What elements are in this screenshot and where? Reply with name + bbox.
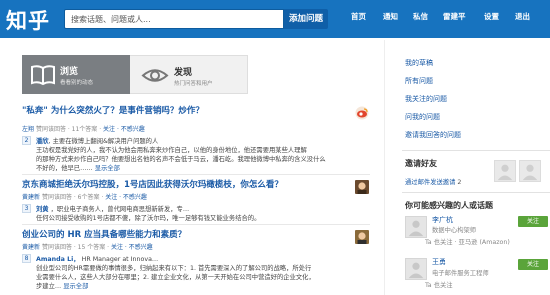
answer-line: 潘欣, 主要在微博上翻阅&解决用户问题的人 [36, 138, 159, 145]
answer-author[interactable]: Amanda Li， [36, 256, 80, 263]
suggestion-name[interactable]: 王勇 [432, 257, 446, 267]
vote-count[interactable]: 3 [22, 204, 31, 213]
item-author[interactable]: 黄建新 [22, 244, 40, 251]
suggest-heading: 你可能感兴趣的人或话题 [405, 201, 493, 210]
invite-heading: 邀请好友 [405, 159, 437, 168]
weibo-icon [355, 106, 369, 120]
nav-notifications[interactable]: 通知 [383, 11, 398, 22]
show-all-link[interactable]: 显示全部 [95, 165, 120, 172]
answer-line: 王功权是我党好的人，我不认为他会用私奔来炒作自己，以他的身份地位，他还需要用某些… [36, 147, 307, 154]
tile-browse[interactable]: 浏览 看看别的动态 [22, 55, 130, 94]
answer-line: 业需要什么人，这些人大部分在哪里；2. 建立企业文化，从第一天开始在公司中营造好… [36, 274, 315, 281]
nav-home[interactable]: 首页 [351, 11, 366, 22]
follow-button[interactable]: 关注 [518, 216, 548, 227]
item-meta: 黄建新 赞同该回答 · 15 个答案 · 关注 · 不感兴趣 [22, 242, 153, 251]
answer-author[interactable]: 潘欣 [36, 138, 49, 145]
nav-messages[interactable]: 私信 [413, 11, 428, 22]
vote-count[interactable]: 8 [22, 254, 31, 263]
search-placeholder: 搜索话题、问题或人... [71, 15, 151, 24]
question-title[interactable]: "私奔" 为什么突然火了？是事件营销吗？炒作？ [22, 104, 204, 116]
tile-browse-subtitle: 看看别的动态 [60, 80, 94, 86]
vote-count[interactable]: 2 [22, 136, 31, 145]
ghost-avatar [494, 160, 516, 182]
sidebar-link-invited-me[interactable]: 邀请我回答的问题 [405, 130, 461, 140]
suggestion-avatar[interactable] [405, 216, 427, 238]
nav-settings[interactable]: 设置 [484, 11, 499, 22]
item-meta-text: 赞同该回答 · 11个答案 · [35, 126, 104, 133]
sidebar-divider [402, 192, 550, 193]
question-title[interactable]: 创业公司的 HR 应当具备哪些能力和素质？ [22, 228, 186, 240]
tile-discover-title: 发现 [174, 68, 193, 78]
logo[interactable]: 知乎 [6, 5, 50, 35]
item-meta: 左翔 赞同该回答 · 11个答案 · 关注 · 不感兴趣 [22, 124, 145, 133]
ghost-avatar [519, 160, 541, 182]
person-icon [522, 164, 538, 181]
answer-line: 任何公司接受收购的1号店都不傻，除了沃尔玛，唯一足够有钱又能业务结合的。 [36, 215, 261, 222]
answer-line: 步建立… 显示全部 [36, 283, 89, 290]
tile-discover[interactable]: 发现 热门问答和用户 [130, 55, 248, 94]
answer-author[interactable]: 刘黄 [36, 206, 49, 213]
column-divider [384, 40, 385, 295]
divider [22, 224, 370, 225]
answer-line: 刘黄 ，职业电子商务人，曾代网电商思想新新发，专… [36, 206, 190, 213]
item-meta-text: 赞同该回答 · 6个答案 · [41, 194, 106, 201]
question-title[interactable]: 京东商城拒绝沃尔玛控股，1号店因此获得沃尔玛橄榄枝，你怎么看？ [22, 178, 283, 190]
eye-icon [141, 69, 169, 82]
avatar[interactable] [355, 180, 369, 194]
ask-question-button[interactable]: 添加问题 [284, 9, 328, 29]
top-bar: 知乎 搜索话题、问题或人... 添加问题 首页 通知 私信 雷建平 设置 退出 [0, 0, 550, 38]
invite-email-link[interactable]: 通过邮件发送邀请 [405, 179, 455, 186]
answer-line: 创业型公司的HR需要做的事情很多，归纳起来有以下：1. 首先需要深入的了解公司的… [36, 265, 312, 272]
sidebar-link-drafts[interactable]: 我的草稿 [405, 58, 433, 68]
follow-button[interactable]: 关注 [518, 259, 548, 270]
answer-line: 的那种方式来炒作自己吗？他要想出名他的名声不会低于马云，潘石屹。我理他微博中私奔… [36, 156, 326, 163]
item-actions[interactable]: 关注 · 不感兴趣 [111, 244, 153, 251]
suggestion-name[interactable]: 李广杭 [432, 215, 453, 225]
show-all-link[interactable]: 显示全部 [63, 283, 88, 290]
invite-by-email: 通过邮件发送邀请 2 [405, 177, 461, 186]
tile-discover-subtitle: 热门问答和用户 [174, 81, 213, 87]
suggestion-desc: 电子邮件服务工程师 [432, 270, 489, 277]
divider [22, 174, 370, 175]
sidebar-divider [402, 150, 550, 151]
sidebar-link-asked-me[interactable]: 问我的问题 [405, 112, 440, 122]
tile-browse-title: 浏览 [60, 67, 79, 77]
sidebar-link-all-questions[interactable]: 所有问题 [405, 76, 433, 86]
suggestion-avatar[interactable] [405, 258, 427, 280]
item-meta-text: 赞同该回答 · 15 个答案 · [41, 244, 111, 251]
item-meta: 黄建新 赞同该回答 · 6个答案 · 关注 · 不感兴趣 [22, 192, 147, 201]
person-icon [408, 262, 424, 279]
search-input[interactable]: 搜索话题、问题或人... [64, 9, 284, 29]
item-author[interactable]: 左翔 [22, 126, 34, 133]
invite-count: 2 [457, 179, 462, 186]
item-actions[interactable]: 关注 · 不感兴趣 [105, 194, 147, 201]
item-actions[interactable]: 关注 · 不感兴趣 [103, 126, 145, 133]
nav-logout[interactable]: 退出 [515, 11, 530, 22]
item-author[interactable]: 黄建新 [22, 194, 40, 201]
answer-line: 不好的，他早已…… 显示全部 [36, 165, 120, 172]
suggestion-desc: Ta 也关注 · 亚马逊 (Amazon) [425, 239, 510, 246]
nav-profile[interactable]: 雷建平 [443, 11, 466, 22]
person-icon [497, 164, 513, 181]
person-icon [408, 220, 424, 237]
avatar[interactable] [355, 230, 369, 244]
answer-line: Amanda Li， HR Manager at Innova… [36, 256, 159, 263]
sidebar-link-followed-questions[interactable]: 我关注的问题 [405, 94, 447, 104]
suggestion-desc: Ta 也关注 [425, 282, 453, 289]
book-icon [31, 65, 55, 86]
suggestion-desc: 数据中心构架师 [432, 227, 477, 234]
